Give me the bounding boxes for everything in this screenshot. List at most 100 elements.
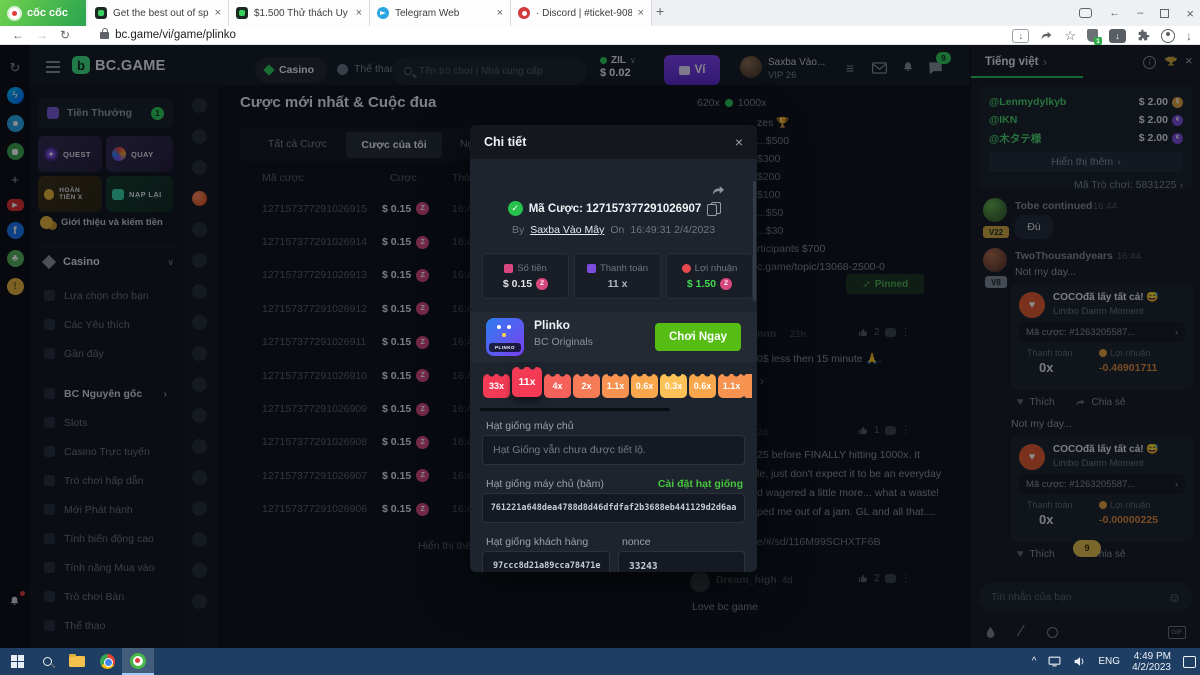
lock-icon[interactable]	[100, 32, 109, 39]
stat-value: $ 1.50	[687, 278, 716, 290]
close-window-button[interactable]: ×	[1186, 6, 1194, 21]
bet-username[interactable]: Saxba Vào Mây	[530, 224, 604, 236]
chrome-icon	[100, 654, 115, 669]
multiplier-chip[interactable]: 4x	[544, 374, 571, 398]
browser-tab[interactable]: · Discord | #ticket-9088 | BC ×	[511, 0, 652, 26]
browser-tabs: Get the best out of sports be×$1.500 Thử…	[88, 0, 652, 26]
bc-favicon-icon	[95, 7, 107, 19]
multiplier-chip[interactable]: 2x	[573, 374, 600, 398]
bet-by-row: By Saxba Vào Mây On 16:49:31 2/4/2023	[470, 224, 757, 236]
by-label: By	[512, 224, 524, 236]
url-text[interactable]: bc.game/vi/game/plinko	[115, 29, 236, 41]
profile-avatar-icon[interactable]	[1161, 29, 1175, 43]
multiplier-chip[interactable]: 11x	[512, 367, 542, 397]
modal-scrollbar[interactable]	[753, 181, 756, 301]
minimize-button[interactable]: –	[1137, 7, 1143, 19]
downloads-icon[interactable]: ↓	[1186, 29, 1192, 43]
multiplier-chip[interactable]: 0.3x	[660, 374, 687, 398]
reload-button[interactable]: ↻	[60, 28, 70, 42]
play-now-button[interactable]: Chơi Ngay	[655, 323, 741, 351]
plinko-game-tile[interactable]: PLINKO	[486, 318, 524, 356]
new-tab-button[interactable]: +	[656, 3, 664, 19]
nonce-field[interactable]: 33243	[629, 561, 658, 572]
address-bar-icons: ↓ ☆ 1 ↓ ↓	[1012, 26, 1192, 45]
game-name[interactable]: Plinko	[534, 318, 570, 332]
extensions-puzzle-icon[interactable]	[1137, 29, 1150, 42]
bet-id-label: Mã Cược:	[529, 203, 583, 215]
language-indicator[interactable]: ENG	[1098, 656, 1120, 667]
tab-search-icon[interactable]	[1079, 8, 1092, 18]
browser-tab[interactable]: $1.500 Thử thách Uy tín Plink ×	[229, 0, 370, 26]
multiplier-scrollbar[interactable]	[480, 408, 670, 411]
tab-close-icon[interactable]: ×	[356, 7, 362, 19]
profit-icon	[682, 264, 691, 273]
multiplier-chip-partial	[744, 374, 752, 398]
save-page-icon[interactable]: ↓	[1012, 29, 1029, 43]
adblock-shield-icon[interactable]: 1	[1087, 29, 1098, 42]
network-icon[interactable]	[1048, 656, 1061, 667]
multiplier-chip[interactable]: 0.6x	[631, 374, 658, 398]
coccoc-brand[interactable]: cốc cốc	[0, 0, 86, 26]
multiplier-chip[interactable]: 0.6x	[689, 374, 716, 398]
coccoc-button[interactable]	[122, 648, 154, 675]
back-button[interactable]: ←	[12, 28, 24, 42]
forward-button[interactable]: →	[36, 28, 48, 42]
copy-icon[interactable]	[707, 202, 719, 216]
seed-hash-field[interactable]: 761221a648dea4788d8d46dfdfaf2b3688eb4411…	[491, 503, 737, 513]
download-manager-icon[interactable]: ↓	[1109, 29, 1126, 43]
tab-title: $1.500 Thử thách Uy tín Plink	[254, 8, 350, 19]
taskbar-search[interactable]	[32, 648, 62, 675]
tab-title: Telegram Web	[395, 8, 491, 19]
clock-time: 4:49 PM	[1134, 651, 1171, 662]
bookmark-star-icon[interactable]: ☆	[1064, 28, 1076, 44]
windows-logo-icon	[11, 655, 24, 668]
recent-tabs-icon[interactable]: ←	[1109, 7, 1120, 19]
coccoc-brand-label: cốc cốc	[27, 7, 68, 19]
bet-id-value: 127157377291026907	[586, 203, 701, 215]
taskbar-clock[interactable]: 4:49 PM 4/2/2023	[1132, 651, 1171, 673]
verified-check-icon[interactable]: ✓	[508, 201, 523, 216]
taskbar: ^ ENG 4:49 PM 4/2/2023	[0, 648, 1200, 675]
modal-close-icon[interactable]: ×	[735, 134, 743, 150]
seed-hash-label: Hạt giống máy chủ (băm)	[486, 478, 604, 490]
maximize-button[interactable]	[1160, 9, 1169, 18]
tray-expand-icon[interactable]: ^	[1032, 656, 1037, 667]
start-button[interactable]	[2, 648, 32, 675]
payout-icon	[587, 264, 596, 273]
modal-header: Chi tiết ×	[470, 125, 757, 159]
browser-tab[interactable]: Get the best out of sports be×	[88, 0, 229, 26]
amount-icon	[504, 264, 513, 273]
speaker-icon[interactable]	[1073, 656, 1086, 667]
tab-close-icon[interactable]: ×	[638, 7, 644, 19]
search-icon	[43, 657, 52, 666]
tab-title: · Discord | #ticket-9088 | BC	[536, 8, 632, 19]
share-bet-icon[interactable]	[710, 183, 727, 198]
server-seed-label: Hạt giống máy chủ	[486, 420, 574, 432]
tab-close-icon[interactable]: ×	[215, 7, 221, 19]
plinko-tile-label: PLINKO	[489, 343, 521, 352]
chrome-button[interactable]	[92, 648, 122, 675]
browser-tab[interactable]: Telegram Web ×	[370, 0, 511, 26]
stat-amount: Số tiền $ 0.15Z	[482, 253, 569, 299]
stat-payout: Thanh toán 11 x	[574, 253, 661, 299]
action-center-icon[interactable]	[1183, 656, 1196, 668]
zil-coin-icon: Z	[720, 278, 732, 290]
multiplier-chip[interactable]: 1.1x	[718, 374, 745, 398]
browser-tab-strip: cốc cốc Get the best out of sports be×$1…	[0, 0, 1200, 26]
multiplier-chip[interactable]: 1.1x	[602, 374, 629, 398]
server-seed-field[interactable]: Hạt Giống vẫn chưa được tiết lộ.	[482, 435, 745, 465]
folder-icon	[69, 656, 85, 667]
tab-close-icon[interactable]: ×	[497, 7, 503, 19]
multiplier-chip[interactable]: 33x	[483, 374, 510, 398]
file-explorer-button[interactable]	[62, 648, 92, 675]
share-icon[interactable]	[1040, 29, 1053, 42]
stat-value: $ 0.15	[503, 278, 532, 290]
tg-favicon-icon	[377, 7, 389, 19]
client-seed-field[interactable]: 97ccc8d21a89cca78471e	[493, 561, 600, 571]
bet-timestamp: 16:49:31 2/4/2023	[630, 224, 715, 236]
stat-label: Lợi nhuận	[695, 263, 738, 274]
modal-title: Chi tiết	[484, 135, 526, 149]
bet-id-row: ✓ Mã Cược: 127157377291026907	[470, 201, 757, 216]
adblock-badge: 1	[1094, 37, 1102, 45]
seed-settings-link[interactable]: Cài đặt hạt giống	[658, 478, 743, 490]
